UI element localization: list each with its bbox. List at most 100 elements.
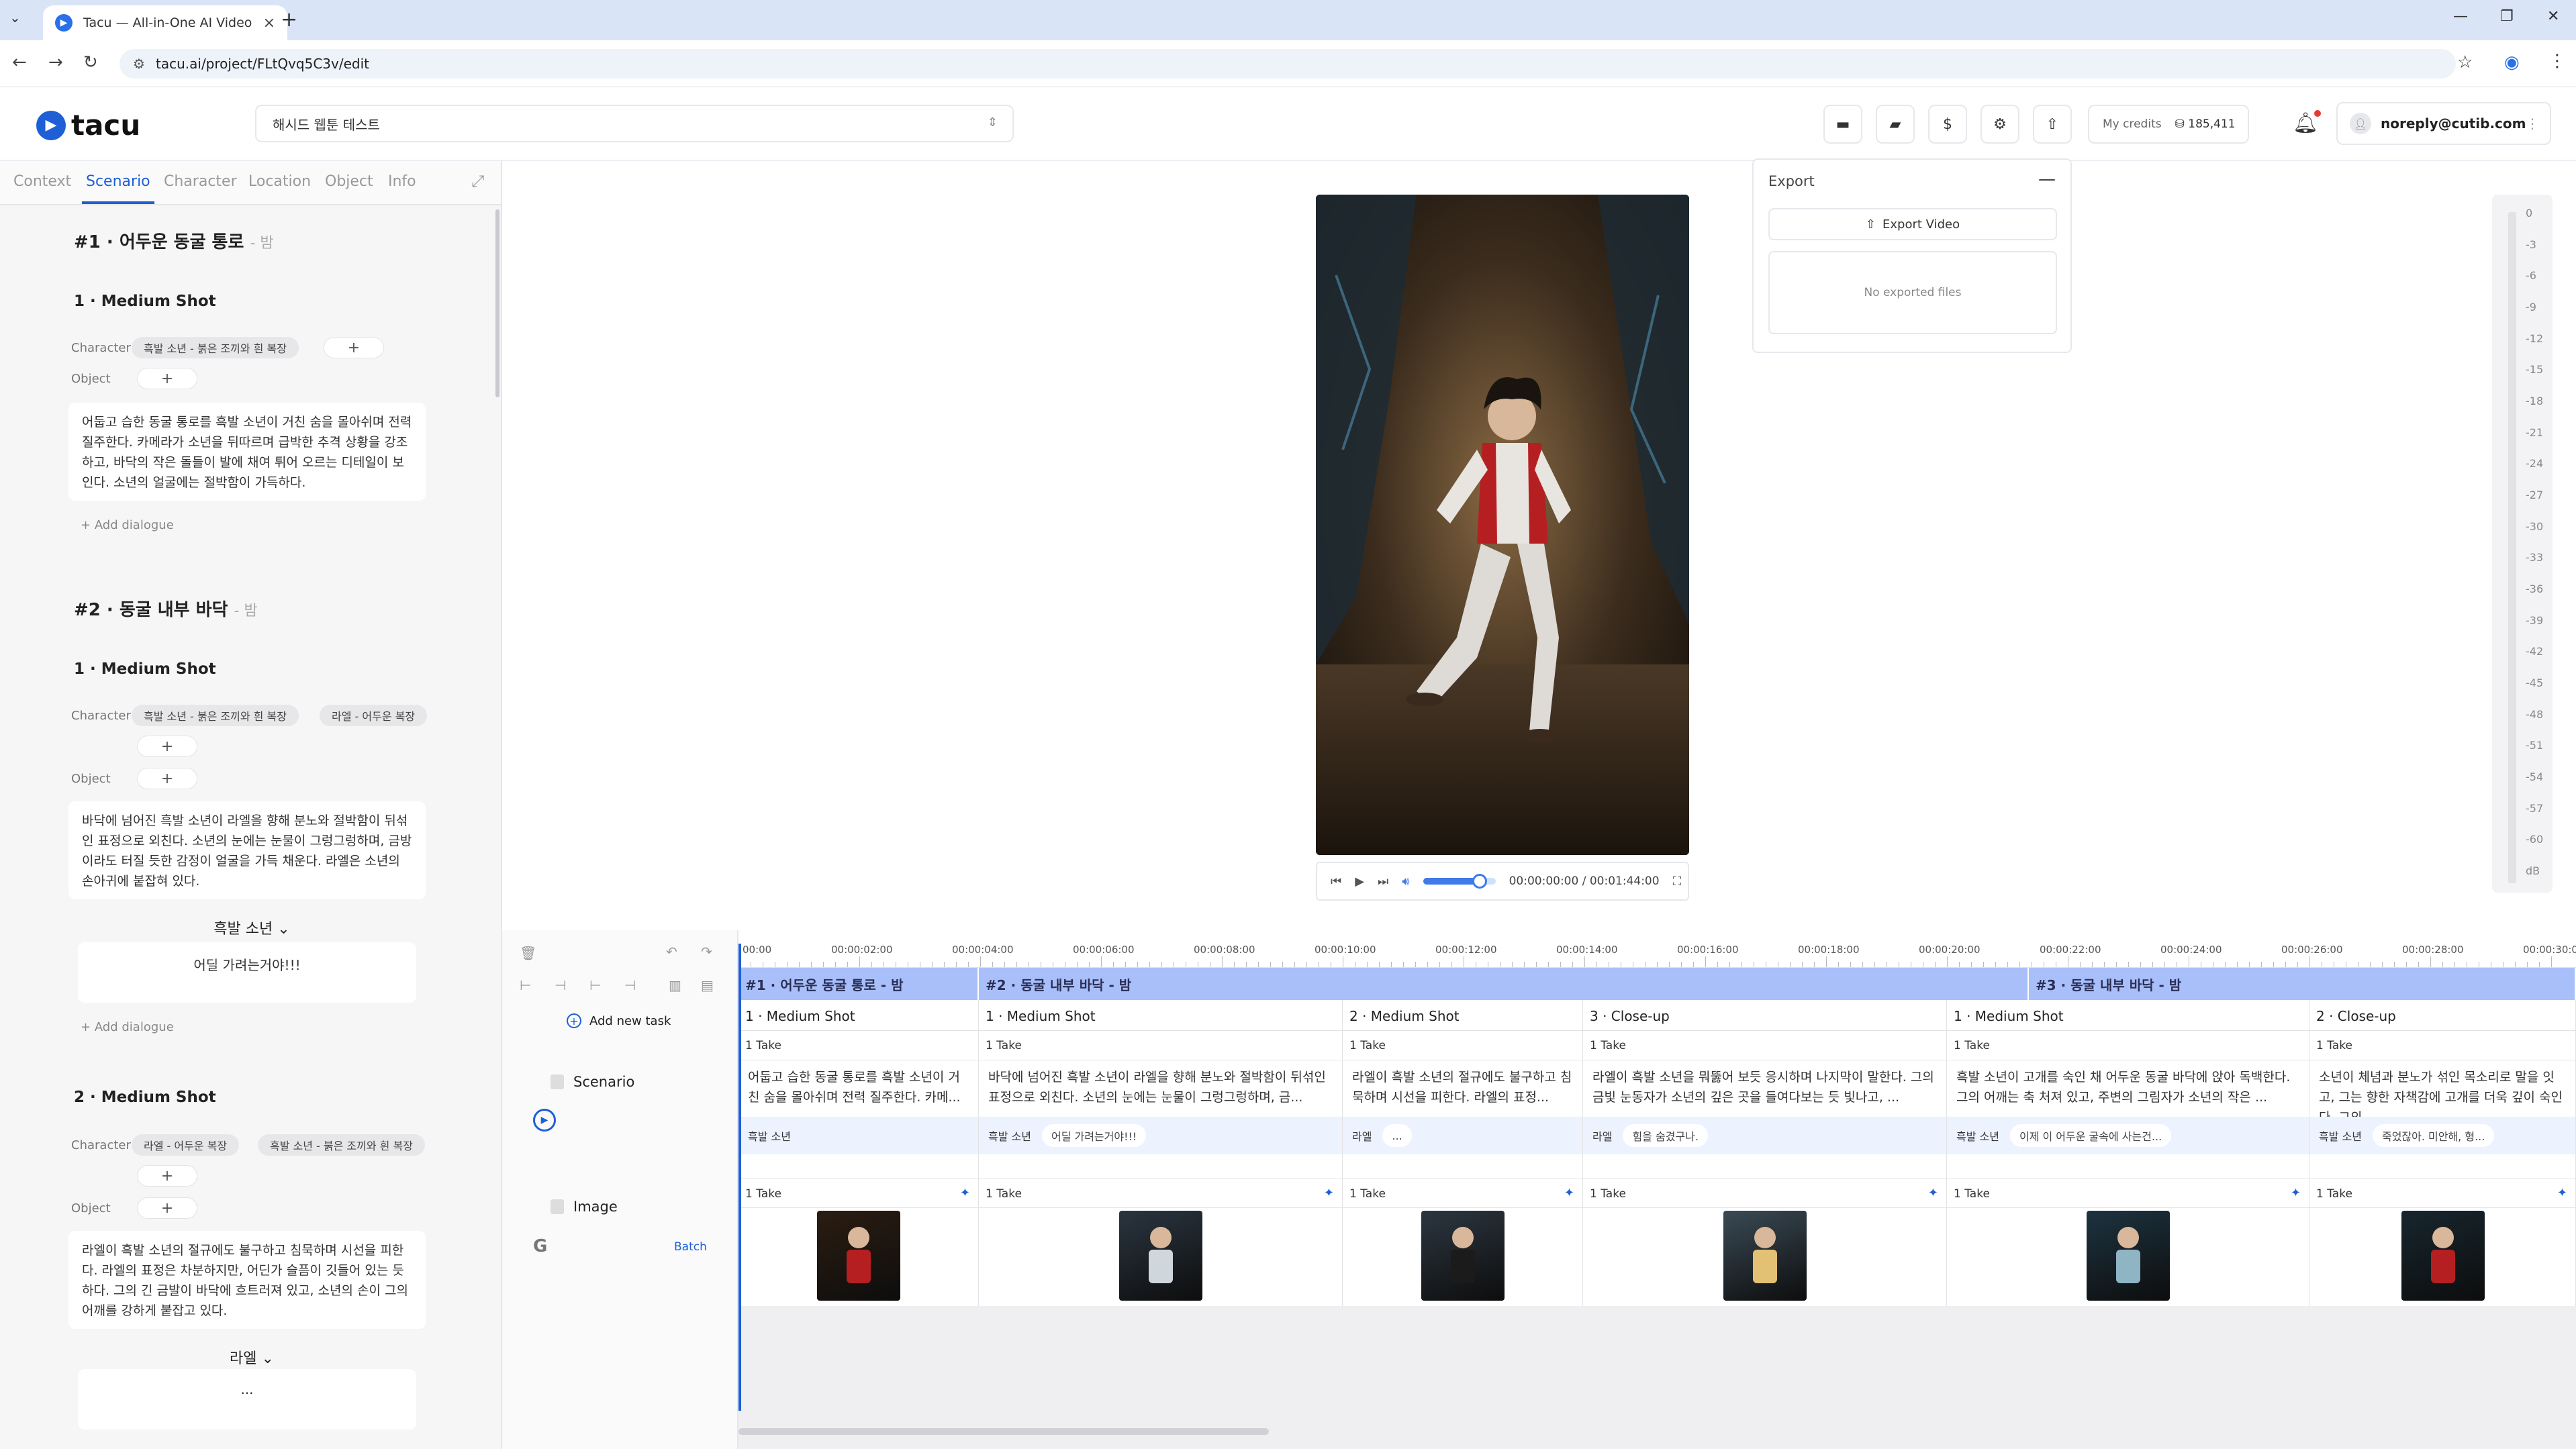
- scenario-take[interactable]: 1 Take: [2309, 1031, 2575, 1060]
- volume-slider[interactable]: [1423, 874, 1496, 889]
- scenario-take[interactable]: 1 Take: [1947, 1031, 2309, 1060]
- film-icon[interactable]: ▬: [1823, 105, 1862, 144]
- volume-icon[interactable]: 🔊︎: [1402, 875, 1409, 889]
- magic-wand-icon[interactable]: ✦: [1928, 1186, 1938, 1200]
- image-thumbnail[interactable]: [2087, 1211, 2170, 1301]
- url-field[interactable]: ⚙ tacu.ai/project/FLtQvq5C3v/edit: [120, 49, 2456, 79]
- insert-end-icon[interactable]: ⊣: [624, 977, 636, 993]
- split-icon[interactable]: ▥: [669, 977, 681, 993]
- panel-scrollbar[interactable]: [495, 209, 499, 397]
- notification-bell-icon[interactable]: 🔔︎: [2293, 110, 2322, 135]
- shot-column[interactable]: 2 · Close-up 1 Take 소년이 체념과 분노가 섞인 목소리로 말을…: [2309, 1000, 2576, 1306]
- timeline-canvas[interactable]: 00:00 00:00:02:00 00:00:04:00 00:00:06:00 00…: [738, 930, 2576, 1449]
- tab-location[interactable]: Location: [248, 173, 311, 190]
- character-chip[interactable]: 흑발 소년 - 붉은 조끼와 흰 복장: [132, 705, 299, 726]
- minimize-panel-icon[interactable]: —: [2038, 169, 2056, 189]
- close-tab-icon[interactable]: ×: [263, 15, 275, 32]
- magic-wand-icon[interactable]: ✦: [2557, 1186, 2567, 1200]
- fullscreen-icon[interactable]: ⛶: [1673, 875, 1682, 889]
- character-chip[interactable]: 흑발 소년 - 붉은 조끼와 흰 복장: [132, 337, 299, 358]
- dialogue-pill[interactable]: 죽었잖아. 미안해, 형...: [2372, 1124, 2495, 1147]
- forward-icon[interactable]: →: [48, 52, 63, 72]
- image-take[interactable]: 1 Take ✦: [1583, 1179, 1946, 1208]
- scenario-take[interactable]: 1 Take: [979, 1031, 1342, 1060]
- scene-bar[interactable]: #1 · 어두운 동굴 통로 - 밤: [738, 968, 979, 1000]
- redo-icon[interactable]: ↷: [701, 944, 712, 960]
- close-window-icon[interactable]: ✕: [2547, 8, 2559, 25]
- insert-after-icon[interactable]: ⊢: [589, 977, 601, 993]
- browser-menu-icon[interactable]: ⋮: [2548, 51, 2566, 71]
- skip-forward-icon[interactable]: ⏭: [1378, 875, 1388, 889]
- shot-header[interactable]: 1 · Medium Shot: [979, 1000, 1342, 1031]
- shot-header[interactable]: 2 · Medium Shot: [1343, 1000, 1582, 1031]
- app-logo[interactable]: ▶ tacu: [36, 109, 140, 142]
- shot-header[interactable]: 1 · Medium Shot: [1947, 1000, 2309, 1031]
- video-preview[interactable]: [1316, 195, 1689, 855]
- tab-info[interactable]: Info: [388, 173, 416, 190]
- shot-column[interactable]: 3 · Close-up 1 Take 라엘이 흑발 소년을 뭐뚫어 보듯 응시하며…: [1583, 1000, 1947, 1306]
- skip-back-icon[interactable]: ⏮: [1331, 875, 1341, 889]
- dialogue-pill[interactable]: ...: [1382, 1124, 1412, 1147]
- minimize-icon[interactable]: —: [2453, 8, 2468, 25]
- tab-scenario[interactable]: Scenario: [82, 173, 154, 204]
- scenario-text[interactable]: 소년이 체념과 분노가 섞인 목소리로 말을 잇고, 그는 향한 자책감에 고개…: [2309, 1060, 2575, 1117]
- image-take[interactable]: 1 Take ✦: [2309, 1179, 2575, 1208]
- back-icon[interactable]: ←: [12, 52, 27, 72]
- image-thumbnail[interactable]: [2401, 1211, 2485, 1301]
- image-take[interactable]: 1 Take ✦: [979, 1179, 1342, 1208]
- magic-wand-icon[interactable]: ✦: [960, 1186, 970, 1200]
- shot-description[interactable]: 바닥에 넘어진 흑발 소년이 라엘을 향해 분노와 절박함이 뒤섞인 표정으로 …: [68, 801, 426, 899]
- user-menu[interactable]: 👤︎ noreply@cutib.com ⋮: [2336, 102, 2551, 145]
- project-selector[interactable]: 해시드 웹툰 테스트 ⇕: [255, 105, 1014, 142]
- add-character-button[interactable]: +: [137, 1165, 197, 1187]
- dialogue-pill[interactable]: 힘을 숨겼구나.: [1623, 1124, 1708, 1147]
- shot-description[interactable]: 어둡고 습한 동굴 통로를 흑발 소년이 거친 숨을 몰아쉬며 전력 질주한다.…: [68, 403, 426, 501]
- dialogue-text[interactable]: ...: [78, 1369, 416, 1430]
- undo-icon[interactable]: ↶: [666, 944, 677, 960]
- image-thumbnail[interactable]: [817, 1211, 900, 1301]
- shot-column[interactable]: 1 · Medium Shot 1 Take 어둡고 습한 동굴 통로를 흑발 소년…: [738, 1000, 979, 1306]
- settings-gear-icon[interactable]: ⚙: [1981, 105, 2019, 144]
- scene-bar[interactable]: #2 · 동굴 내부 바닥 - 밤: [979, 968, 2029, 1000]
- magic-wand-icon[interactable]: ✦: [1564, 1186, 1574, 1200]
- dialogue-speaker-select[interactable]: 라엘 ⌄: [74, 1346, 430, 1368]
- scenario-take[interactable]: 1 Take: [738, 1031, 978, 1060]
- play-icon[interactable]: ▶: [1355, 875, 1364, 889]
- reload-icon[interactable]: ↻: [83, 52, 98, 72]
- image-take[interactable]: 1 Take ✦: [738, 1179, 978, 1208]
- tab-context[interactable]: Context: [13, 173, 71, 190]
- trash-icon[interactable]: 🗑︎: [520, 945, 536, 961]
- shot-header[interactable]: 3 · Close-up: [1583, 1000, 1946, 1031]
- scenario-text[interactable]: 흑발 소년이 고개를 숙인 채 어두운 동굴 바닥에 앉아 독백한다. 그의 어…: [1947, 1060, 2309, 1117]
- site-info-icon[interactable]: ⚙: [133, 56, 145, 72]
- add-object-button[interactable]: +: [137, 1197, 197, 1219]
- dialogue-row[interactable]: 흑발 소년 이제 이 어두운 굴속에 사는건...: [1947, 1117, 2309, 1154]
- insert-before-icon[interactable]: ⊢: [520, 977, 531, 993]
- character-chip[interactable]: 라엘 - 어두운 복장: [320, 705, 428, 726]
- timeline-scrollbar[interactable]: [738, 1428, 1269, 1435]
- dialogue-pill[interactable]: 어딜 가려는거야!!!: [1041, 1124, 1147, 1147]
- magic-wand-icon[interactable]: ✦: [1324, 1186, 1334, 1200]
- insert-shot-icon[interactable]: ⊣: [555, 977, 566, 993]
- google-icon[interactable]: G: [533, 1236, 547, 1256]
- scenario-text[interactable]: 어둡고 습한 동굴 통로를 흑발 소년이 거친 숨을 몰아쉬며 전력 질주한다.…: [738, 1060, 978, 1117]
- playhead[interactable]: [738, 944, 741, 1411]
- tab-search-icon[interactable]: ⌄: [9, 9, 21, 26]
- character-chip[interactable]: 흑발 소년 - 붉은 조끼와 흰 복장: [258, 1134, 425, 1156]
- export-video-button[interactable]: ⇧ Export Video: [1768, 208, 2057, 240]
- scenario-take[interactable]: 1 Take: [1583, 1031, 1946, 1060]
- shot-description[interactable]: 라엘이 흑발 소년의 절규에도 불구하고 침묵하며 시선을 피한다. 라엘의 표…: [68, 1231, 426, 1329]
- volume-knob[interactable]: [1472, 874, 1487, 889]
- folder-icon[interactable]: ▰: [1876, 105, 1915, 144]
- merge-icon[interactable]: ▤: [701, 977, 714, 993]
- bookmark-star-icon[interactable]: ☆: [2457, 52, 2473, 72]
- dialogue-speaker-select[interactable]: 흑발 소년 ⌄: [74, 917, 430, 938]
- add-character-button[interactable]: +: [137, 736, 197, 757]
- shot-column[interactable]: 1 · Medium Shot 1 Take 바닥에 넘어진 흑발 소년이 라엘을 …: [979, 1000, 1343, 1306]
- dialogue-pill[interactable]: 이제 이 어두운 굴속에 사는건...: [2009, 1124, 2172, 1147]
- batch-button[interactable]: Batch: [674, 1240, 707, 1254]
- scenario-text[interactable]: 라엘이 흑발 소년의 절규에도 불구하고 침묵하며 시선을 피한다. 라엘의 표…: [1343, 1060, 1582, 1117]
- shot-column[interactable]: 1 · Medium Shot 1 Take 흑발 소년이 고개를 숙인 채 어두운…: [1947, 1000, 2309, 1306]
- add-object-button[interactable]: +: [137, 768, 197, 789]
- image-take[interactable]: 1 Take ✦: [1343, 1179, 1582, 1208]
